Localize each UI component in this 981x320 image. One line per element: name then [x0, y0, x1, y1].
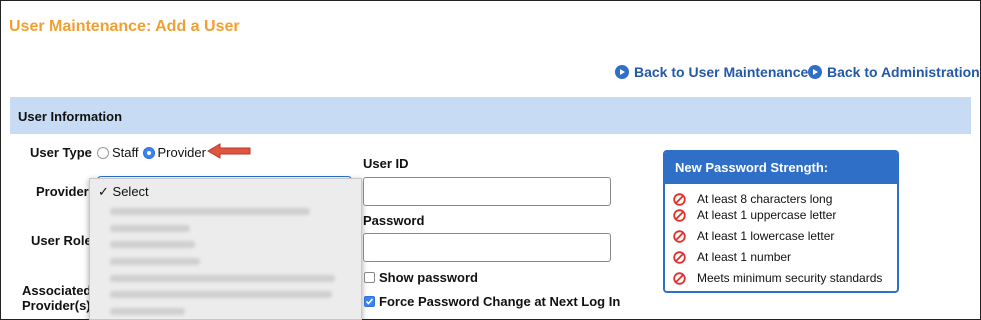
- strength-rule-label: Meets minimum security standards: [697, 271, 883, 285]
- show-password-checkbox[interactable]: [364, 272, 375, 283]
- strength-rule-label: At least 1 number: [697, 250, 792, 264]
- prohibited-icon: [673, 229, 686, 243]
- back-to-user-maintenance-label: Back to User Maintenance: [634, 64, 809, 80]
- strength-rule-label: At least 1 uppercase letter: [697, 208, 837, 222]
- arrow-right-icon: [615, 65, 629, 79]
- strength-rule-label: At least 8 characters long: [697, 192, 833, 206]
- user-id-input[interactable]: [363, 177, 611, 206]
- dropdown-option-blurred[interactable]: [110, 225, 190, 232]
- prohibited-icon: [673, 208, 686, 222]
- arrow-right-icon: [808, 65, 822, 79]
- checkmark-icon: [365, 298, 374, 305]
- user-type-radio-group: Staff Provider: [97, 145, 210, 160]
- user-id-label: User ID: [363, 156, 409, 171]
- password-strength-panel: New Password Strength: At least 8 charac…: [663, 150, 899, 293]
- dropdown-option-blurred[interactable]: [110, 291, 332, 298]
- password-label: Password: [363, 213, 425, 228]
- checkmark-icon: ✓: [98, 184, 109, 199]
- back-to-administration-link[interactable]: Back to Administration: [808, 64, 980, 80]
- dropdown-option-blurred[interactable]: [110, 241, 195, 248]
- staff-radio-label[interactable]: Staff: [112, 145, 139, 160]
- back-to-user-maintenance-link[interactable]: Back to User Maintenance: [615, 64, 808, 80]
- provider-radio[interactable]: [142, 146, 155, 159]
- associated-providers-label: Associated Provider(s): [22, 283, 92, 313]
- password-strength-title: New Password Strength:: [665, 152, 897, 184]
- provider-dropdown-list[interactable]: ✓ Select: [89, 178, 362, 320]
- provider-radio-label[interactable]: Provider: [158, 145, 206, 160]
- prohibited-icon: [673, 250, 686, 264]
- strength-rule: At least 1 uppercase letter: [673, 208, 836, 222]
- red-arrow-icon: [207, 143, 251, 159]
- dropdown-option-blurred[interactable]: [110, 258, 200, 265]
- strength-rule: At least 1 lowercase letter: [673, 229, 834, 243]
- section-header: User Information: [10, 97, 971, 134]
- dropdown-option-blurred[interactable]: [110, 308, 185, 315]
- back-to-administration-label: Back to Administration: [827, 64, 980, 80]
- associated-label-line2: Provider(s): [22, 298, 91, 313]
- strength-rule: At least 1 number: [673, 250, 791, 264]
- section-title: User Information: [18, 109, 123, 124]
- show-password-label[interactable]: Show password: [379, 270, 478, 285]
- dropdown-option-blurred[interactable]: [110, 208, 310, 215]
- provider-label: Provider: [36, 184, 89, 199]
- force-password-change-checkbox[interactable]: [364, 296, 375, 307]
- force-password-change-row[interactable]: Force Password Change at Next Log In: [364, 294, 620, 309]
- page-title: User Maintenance: Add a User: [9, 18, 240, 35]
- dropdown-option-blurred[interactable]: [110, 275, 335, 282]
- show-password-row[interactable]: Show password: [364, 270, 478, 285]
- associated-label-line1: Associated: [22, 283, 92, 298]
- strength-rule: At least 8 characters long: [673, 192, 832, 206]
- dropdown-option-label: Select: [112, 184, 149, 199]
- prohibited-icon: [673, 271, 686, 285]
- prohibited-icon: [673, 192, 686, 206]
- user-role-label: User Role: [31, 233, 92, 248]
- staff-radio[interactable]: [97, 146, 109, 159]
- strength-rule-label: At least 1 lowercase letter: [697, 229, 835, 243]
- password-input[interactable]: [363, 233, 611, 262]
- force-password-change-label[interactable]: Force Password Change at Next Log In: [379, 294, 620, 309]
- user-type-label: User Type: [30, 145, 92, 160]
- dropdown-option-selected[interactable]: ✓ Select: [98, 184, 149, 200]
- strength-rule: Meets minimum security standards: [673, 271, 882, 285]
